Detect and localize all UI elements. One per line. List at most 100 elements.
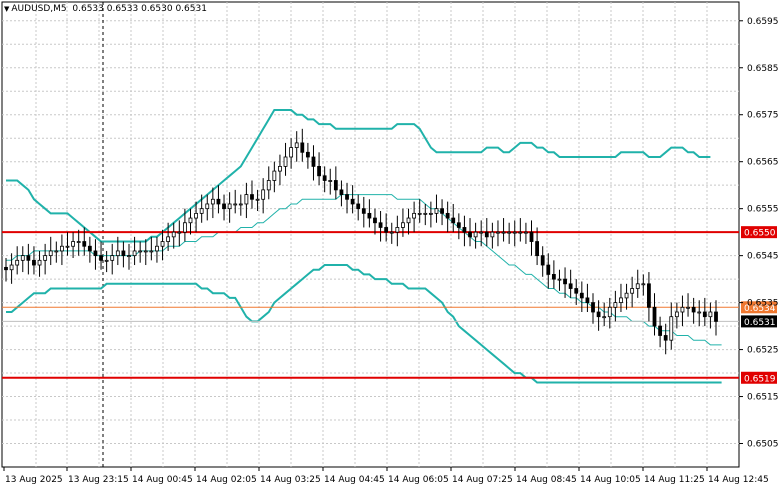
candle-body (127, 255, 131, 258)
candle-body (104, 259, 109, 262)
x-tick-label: 14 Aug 11:25 (644, 475, 705, 485)
level-label-0.6531: 0.6531 (744, 318, 776, 328)
x-tick-label: 14 Aug 12:45 (708, 475, 769, 485)
candle-body (540, 255, 545, 266)
candle-body (110, 255, 115, 261)
candle-body (283, 156, 288, 167)
candle-body (71, 241, 75, 247)
x-tick-label: 14 Aug 04:45 (324, 475, 385, 485)
candle-body (451, 217, 456, 224)
candle-body (563, 278, 567, 285)
candle-body (233, 203, 238, 206)
candle-body (216, 198, 221, 205)
candle-body (20, 255, 25, 261)
x-tick-label: 14 Aug 08:45 (516, 475, 577, 485)
candle-body (300, 142, 305, 153)
candle-body (658, 325, 662, 336)
candle-body (708, 311, 713, 318)
candle-body (322, 175, 327, 181)
candle-body (607, 306, 612, 318)
candle-body (579, 292, 584, 299)
x-tick-label: 13 Aug 23:15 (68, 475, 129, 485)
candle-body (311, 156, 316, 167)
candle-body (574, 288, 579, 294)
y-tick-label: 0.6525 (747, 346, 779, 356)
candle-body (434, 208, 439, 214)
candle-body (143, 250, 148, 253)
symbol-label: AUDUSD,M5 (11, 4, 67, 14)
candle-body (686, 306, 690, 309)
y-tick-label: 0.6595 (747, 17, 779, 27)
candle-body (155, 245, 159, 252)
candle-body (32, 259, 36, 266)
candle-body (641, 283, 646, 286)
candle-body (635, 283, 640, 289)
candle-body (652, 306, 657, 327)
candle-body (462, 227, 467, 233)
chart-title: ▼ AUDUSD,M5 0.6533 0.6533 0.6530 0.6531 (4, 4, 207, 14)
level-label-0.6519: 0.6519 (744, 374, 776, 384)
candle-body (546, 264, 551, 275)
candle-body (121, 250, 126, 257)
candle-body (674, 311, 679, 318)
candle-body (680, 306, 685, 313)
candle-body (188, 217, 193, 224)
candle-body (171, 231, 176, 238)
candle-body (250, 194, 254, 200)
candle-body (557, 278, 562, 281)
dropdown-triangle-icon[interactable]: ▼ (4, 5, 9, 13)
candle-body (501, 231, 506, 234)
candle-body (529, 231, 534, 242)
candle-body (238, 203, 243, 206)
candle-body (255, 198, 260, 201)
x-tick-label: 14 Aug 06:05 (388, 475, 449, 485)
y-tick-label: 0.6545 (747, 252, 779, 262)
candle-body (15, 259, 20, 266)
plot-area (1, 1, 740, 468)
candle-body (507, 231, 512, 234)
candle-body (373, 217, 377, 224)
candle-body (585, 297, 590, 304)
candle-body (389, 231, 394, 234)
candle-body (244, 194, 249, 205)
x-tick-label: 14 Aug 03:25 (260, 475, 321, 485)
candle-body (289, 147, 294, 158)
candle-body (630, 288, 635, 294)
candle-body (440, 208, 444, 214)
candle-body (468, 231, 472, 238)
candle-body (384, 227, 389, 233)
price-chart[interactable]: 0.65500.65340.65190.6531 0.65950.65850.6… (0, 0, 781, 489)
candle-body (266, 180, 271, 191)
candle-body (82, 241, 87, 247)
x-tick-label: 13 Aug 2025 (5, 475, 63, 485)
candle-body (194, 212, 198, 219)
candle-body (401, 222, 405, 228)
candle-body (602, 316, 607, 319)
candle-body (535, 241, 540, 257)
y-tick-label: 0.6535 (747, 299, 779, 309)
candle-body (317, 165, 321, 177)
candle-body (272, 170, 277, 181)
candle-body (222, 203, 226, 210)
level-label-0.6550: 0.6550 (744, 229, 776, 239)
candle-body (613, 302, 618, 308)
candle-body (551, 274, 556, 280)
candle-body (624, 292, 629, 299)
candle-body (149, 250, 154, 253)
candle-body (518, 231, 523, 234)
candle-body (395, 227, 400, 233)
candle-body (182, 222, 187, 233)
candle-body (65, 245, 70, 248)
time-axis: 13 Aug 2025 13 Aug 23:15 14 Aug 00:45 14 Au… (3, 467, 769, 485)
candle-body (524, 231, 528, 234)
y-tick-label: 0.6575 (747, 111, 779, 121)
candle-body (60, 245, 64, 252)
y-tick-label: 0.6505 (747, 440, 779, 450)
candle-body (456, 222, 461, 228)
candle-body (697, 311, 702, 314)
candle-body (43, 255, 48, 261)
candle-body (596, 311, 601, 318)
candle-body (512, 231, 517, 234)
candle-body (496, 231, 500, 234)
candle-body (445, 212, 450, 219)
